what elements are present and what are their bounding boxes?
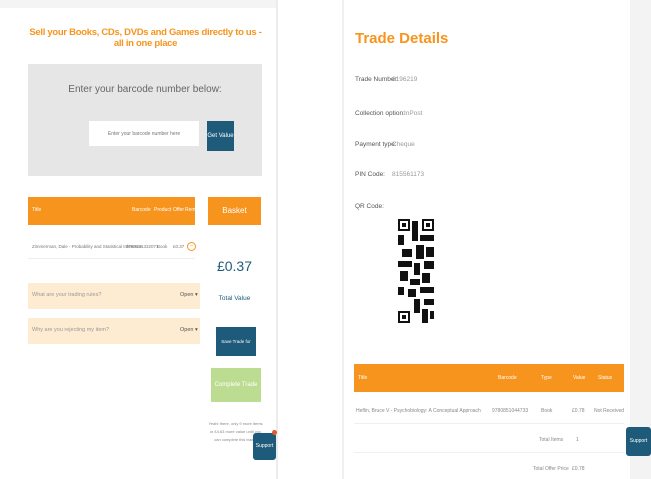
accordion-toggle[interactable]: Open ▾ [180, 327, 198, 333]
left-top-border [0, 0, 278, 8]
accordion-toggle[interactable]: Open ▾ [180, 292, 198, 298]
trade-row-type: Book [541, 408, 553, 414]
payment-type-label: Payment type: [355, 141, 397, 148]
basket-total: £0.37 [216, 258, 253, 274]
payment-type-value: Cheque [392, 141, 415, 148]
pin-code-label: PIN Code: [355, 171, 385, 178]
barcode-panel [28, 64, 262, 176]
accordion-rejecting[interactable]: Why are you rejecting my item? Open ▾ [28, 318, 200, 344]
row-divider [354, 452, 624, 453]
left-pane-shadow [276, 0, 278, 479]
total-items-value: 1 [576, 437, 579, 443]
table-row: Zimmerman, Dale - Probability and Statis… [28, 232, 196, 259]
trade-number-value: 6196219 [392, 76, 418, 83]
total-items-label: Total Items [539, 437, 564, 443]
trade-row-value: £0.78 [572, 408, 585, 414]
col-title: Title [358, 375, 368, 381]
notification-dot [272, 430, 277, 435]
row-divider [354, 423, 624, 424]
support-button[interactable]: Support [626, 427, 651, 456]
accordion-label: What are your trading rules? [32, 292, 102, 298]
save-trade-button[interactable]: Save Trade for Later [216, 327, 256, 373]
barcode-input[interactable] [89, 121, 199, 146]
accordion-label: Why are you rejecting my item? [32, 327, 110, 333]
items-table-header: Title Barcode Product Offer Remove [28, 197, 204, 225]
right-scroll-strip [630, 0, 651, 479]
remove-icon[interactable]: − [187, 242, 196, 251]
row-barcode: 9780201332071 [126, 244, 159, 249]
trade-row-barcode: 9780851044733 [492, 408, 529, 414]
tagline: Sell your Books, CDs, DVDs and Games dir… [29, 27, 262, 49]
barcode-title: Enter your barcode number below: [68, 84, 222, 95]
col-remove: Remove [185, 207, 204, 213]
trade-row-title: Heflin, Bruce V - Psychobiology: A Conce… [356, 408, 481, 414]
col-title: Title [32, 207, 42, 213]
get-value-button[interactable]: Get Value [207, 121, 234, 151]
total-offer-label: Total Offer Price [533, 466, 569, 472]
row-product: Book [157, 244, 168, 249]
row-offer: £0.37 [173, 244, 185, 249]
col-status: Status [598, 375, 613, 381]
col-offer: Offer [173, 207, 185, 213]
total-offer-value: £0.78 [572, 466, 585, 472]
collection-option-label: Collection option: [355, 110, 405, 117]
col-barcode: Barcode [498, 375, 517, 381]
accordion-trading-rules[interactable]: What are your trading rules? Open ▾ [28, 283, 200, 309]
qr-code-label: QR Code: [355, 203, 384, 210]
col-product: Product [154, 207, 172, 213]
pin-code-value: 815561173 [392, 171, 425, 178]
basket-title: Basket [208, 197, 261, 225]
trade-row-status: Not Received [594, 408, 625, 414]
right-pane-border [342, 0, 344, 479]
qr-code-image [398, 219, 434, 323]
trade-details-title: Trade Details [355, 30, 449, 47]
support-button[interactable]: Support [253, 433, 276, 460]
col-value: Value [573, 375, 586, 381]
trade-table-header: Title Barcode Type Value Status [354, 364, 624, 392]
collection-option-value: InPost [404, 110, 423, 117]
complete-trade-button[interactable]: Complete Trade → [211, 368, 261, 422]
col-type: Type [541, 375, 552, 381]
basket-total-label: Total Value [218, 295, 251, 302]
col-barcode: Barcode [132, 207, 151, 213]
